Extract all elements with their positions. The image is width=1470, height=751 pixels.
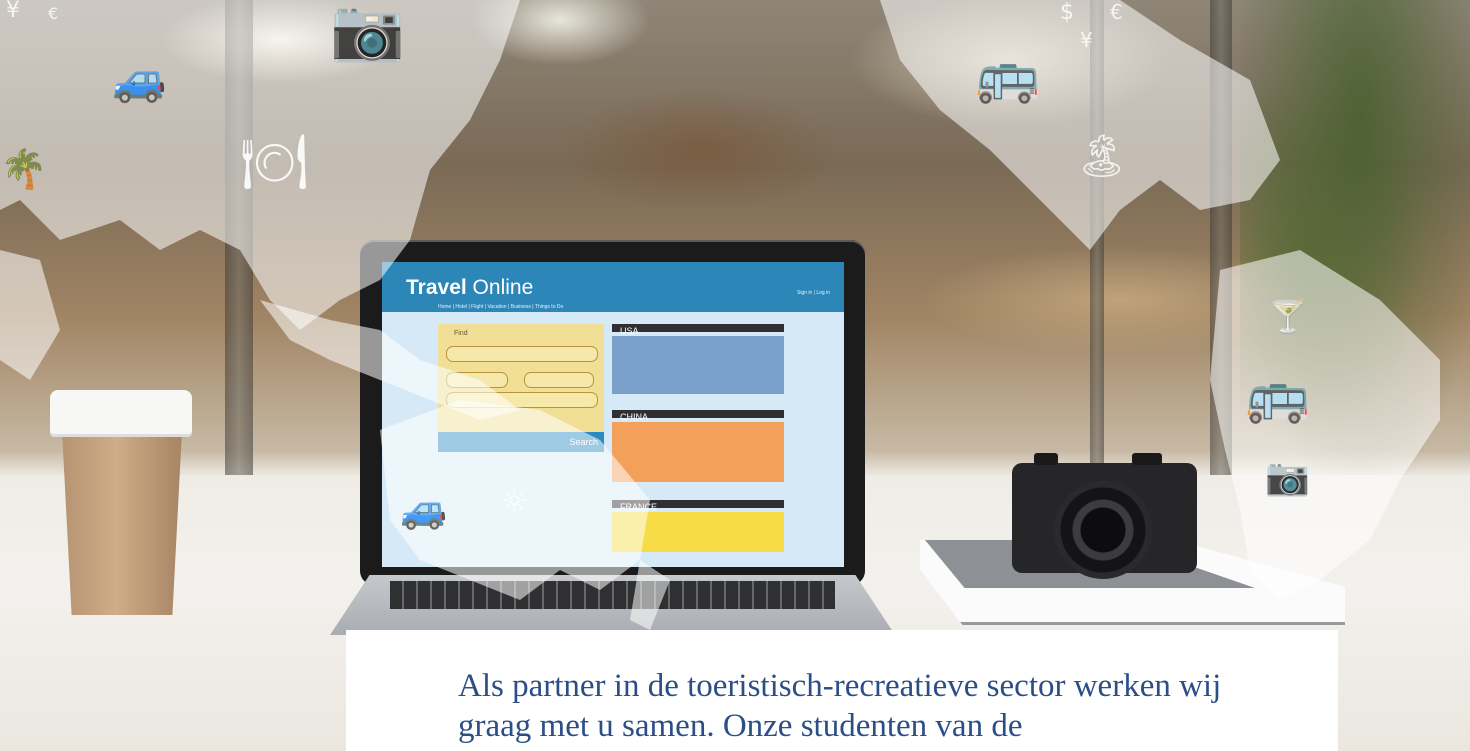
signin-link[interactable]: Sign in | Log in xyxy=(797,290,830,296)
destination-title: USA xyxy=(612,324,784,336)
coffee-cup xyxy=(62,430,182,615)
search-label: Search xyxy=(569,437,598,447)
destination-image xyxy=(612,422,784,482)
site-logo: Travel Online xyxy=(406,276,533,300)
restaurant-icon: 🍽 xyxy=(240,130,309,193)
logo-rest: Online xyxy=(466,276,534,299)
laptop-keyboard xyxy=(330,575,895,635)
palm-tree-icon: 🌴 xyxy=(0,147,48,191)
window-frame xyxy=(225,0,253,480)
cocktail-icon: 🍸 xyxy=(1268,297,1308,335)
sun-icon: ☼ xyxy=(500,482,529,520)
find-field[interactable] xyxy=(446,346,598,362)
laptop: Travel Online Sign in | Log in Home | Ho… xyxy=(330,240,895,635)
find-panel: Find xyxy=(438,324,604,432)
find-field[interactable] xyxy=(446,372,508,388)
destination-title: CHINA xyxy=(612,410,784,422)
find-field[interactable] xyxy=(446,392,598,408)
destination-title: FRANCE xyxy=(612,500,784,512)
euro-icon: € xyxy=(48,6,58,22)
camera-icon: 📷 xyxy=(1265,457,1310,498)
find-field[interactable] xyxy=(524,372,594,388)
bus-icon: 🚌 xyxy=(975,46,1040,106)
destination-usa[interactable]: USA xyxy=(612,324,784,394)
euro-symbol: € xyxy=(1110,0,1123,24)
search-button[interactable]: Search xyxy=(438,432,604,452)
camera-dial xyxy=(1034,453,1058,465)
dollar-icon: $ xyxy=(1060,2,1074,24)
camera-dial xyxy=(1132,453,1162,465)
keys xyxy=(390,581,835,609)
yen-symbol: ¥ xyxy=(1080,28,1093,52)
car-icon: 🚙 xyxy=(112,54,167,105)
currency-icon: ¥ xyxy=(6,0,20,22)
camera-icon: 📷 xyxy=(330,0,405,65)
find-title: Find xyxy=(454,330,468,337)
destination-image xyxy=(612,512,784,552)
site-nav[interactable]: Home | Hotel | Flight | Vacation | Busin… xyxy=(438,304,563,310)
yen-icon: ¥ xyxy=(1080,30,1093,50)
laptop-screen: Travel Online Sign in | Log in Home | Ho… xyxy=(382,262,844,567)
bus-icon: 🚌 xyxy=(1245,366,1310,426)
caption-card: Als partner in de toeristisch-recreatiev… xyxy=(346,630,1338,751)
coffee-cup-lid xyxy=(50,390,192,434)
euro-icon: € xyxy=(1110,2,1123,22)
site-header: Travel Online Sign in | Log in Home | Ho… xyxy=(382,262,844,312)
destination-china[interactable]: CHINA xyxy=(612,410,784,482)
yen-symbol: ¥ xyxy=(6,0,20,23)
camera-lens xyxy=(1054,481,1152,579)
caption-text: Als partner in de toeristisch-recreatiev… xyxy=(458,668,1222,744)
destination-france[interactable]: FRANCE xyxy=(612,500,784,552)
dollar-symbol: $ xyxy=(1060,0,1074,25)
window-frame xyxy=(1090,0,1104,480)
car-icon: 🚙 xyxy=(400,487,448,531)
euro-symbol: € xyxy=(48,4,59,23)
beach-icon: 🏝 xyxy=(1075,131,1129,180)
camera xyxy=(1012,453,1197,579)
logo-bold: Travel xyxy=(406,276,467,299)
destination-image xyxy=(612,336,784,394)
window-frame xyxy=(1210,0,1232,480)
